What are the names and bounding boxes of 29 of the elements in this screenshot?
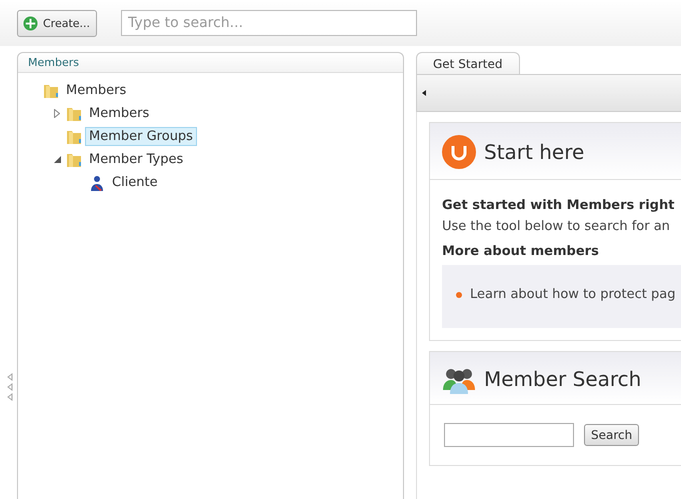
card-title: Start here xyxy=(484,140,584,164)
folder-icon xyxy=(66,152,82,168)
tree-item[interactable]: Members xyxy=(62,81,130,100)
tree-item[interactable]: Member Types xyxy=(85,150,188,169)
logo-icon xyxy=(442,135,476,169)
scroll-left-icon[interactable] xyxy=(422,90,426,96)
tree-item[interactable]: Member Groups xyxy=(85,127,197,146)
tree-item[interactable]: Members xyxy=(85,104,154,123)
member-search-field[interactable] xyxy=(444,423,574,447)
panel-title: Members xyxy=(28,56,79,69)
expand-arrow-icon[interactable] xyxy=(54,109,60,118)
search-button[interactable]: Search xyxy=(584,424,640,446)
section-heading: More about members xyxy=(442,244,600,259)
create-button[interactable]: Create... xyxy=(17,10,98,36)
folder-icon xyxy=(66,106,82,122)
tree-item[interactable]: Cliente xyxy=(108,173,162,192)
help-link[interactable]: Learn about how to protect pag xyxy=(470,287,676,302)
user-icon xyxy=(89,174,105,190)
plus-icon xyxy=(23,16,38,30)
section-heading: Get started with Members right xyxy=(442,198,676,213)
card-title: Member Search xyxy=(484,367,642,391)
folder-icon xyxy=(66,128,82,144)
tab[interactable]: Get Started xyxy=(416,52,520,74)
bullet-icon xyxy=(456,292,462,298)
collapse-arrow-icon[interactable] xyxy=(54,156,60,163)
description-text: Use the tool below to search for an xyxy=(442,219,671,234)
folder-icon xyxy=(43,82,59,98)
resize-handle[interactable] xyxy=(7,373,13,401)
search-field[interactable]: Type to search... xyxy=(121,10,418,36)
